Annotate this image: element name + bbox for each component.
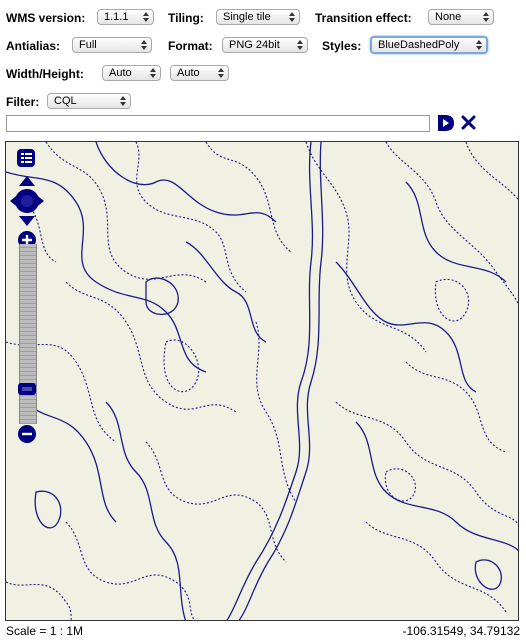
wms-version-label: WMS version: bbox=[6, 11, 86, 25]
format-label: Format: bbox=[168, 39, 213, 53]
antialias-value: Full bbox=[79, 39, 97, 51]
tiling-select[interactable]: Single tile bbox=[216, 9, 300, 25]
width-select[interactable]: Auto bbox=[102, 65, 161, 81]
styles-select[interactable]: BlueDashedPoly bbox=[370, 36, 488, 54]
transition-label: Transition effect: bbox=[315, 11, 412, 25]
select-arrows-icon bbox=[288, 11, 296, 23]
minus-icon[interactable] bbox=[18, 425, 36, 443]
format-value: PNG 24bit bbox=[229, 39, 280, 51]
height-value: Auto bbox=[177, 67, 200, 79]
transition-select[interactable]: None bbox=[428, 9, 494, 25]
filter-input[interactable] bbox=[6, 115, 430, 132]
select-arrows-icon bbox=[296, 39, 304, 51]
tiling-value: Single tile bbox=[223, 11, 271, 23]
play-icon[interactable] bbox=[436, 114, 456, 132]
antialias-label: Antialias: bbox=[6, 39, 61, 53]
select-arrows-icon bbox=[217, 67, 225, 79]
tiling-label: Tiling: bbox=[168, 11, 204, 25]
filter-type-value: CQL bbox=[54, 95, 77, 107]
scale-readout: Scale = 1 : 1M bbox=[6, 624, 84, 638]
filter-label: Filter: bbox=[6, 95, 40, 109]
map-features bbox=[6, 142, 518, 620]
close-icon[interactable] bbox=[461, 115, 476, 130]
wms-version-select[interactable]: 1.1.1 bbox=[97, 9, 154, 25]
select-arrows-icon bbox=[482, 11, 490, 23]
antialias-select[interactable]: Full bbox=[72, 37, 152, 53]
wms-version-value: 1.1.1 bbox=[104, 11, 129, 23]
select-arrows-icon bbox=[142, 11, 150, 23]
styles-value: BlueDashedPoly bbox=[378, 39, 460, 51]
select-arrows-icon bbox=[119, 95, 127, 107]
select-arrows-icon bbox=[149, 67, 157, 79]
select-arrows-icon bbox=[475, 39, 483, 51]
map-viewport[interactable] bbox=[5, 141, 519, 621]
format-select[interactable]: PNG 24bit bbox=[222, 37, 308, 53]
height-select[interactable]: Auto bbox=[170, 65, 229, 81]
zoom-slider-handle[interactable] bbox=[17, 382, 37, 396]
styles-label: Styles: bbox=[322, 39, 362, 53]
transition-value: None bbox=[435, 11, 462, 23]
zoom-slider-track[interactable] bbox=[19, 244, 37, 424]
filter-type-select[interactable]: CQL bbox=[47, 93, 131, 109]
layers-icon[interactable] bbox=[16, 148, 36, 168]
pan-arrows-icon[interactable] bbox=[10, 176, 44, 226]
width-value: Auto bbox=[109, 67, 132, 79]
width-height-label: Width/Height: bbox=[6, 67, 84, 81]
coordinate-readout: -106.31549, 34.79132 bbox=[402, 624, 520, 638]
select-arrows-icon bbox=[140, 39, 148, 51]
